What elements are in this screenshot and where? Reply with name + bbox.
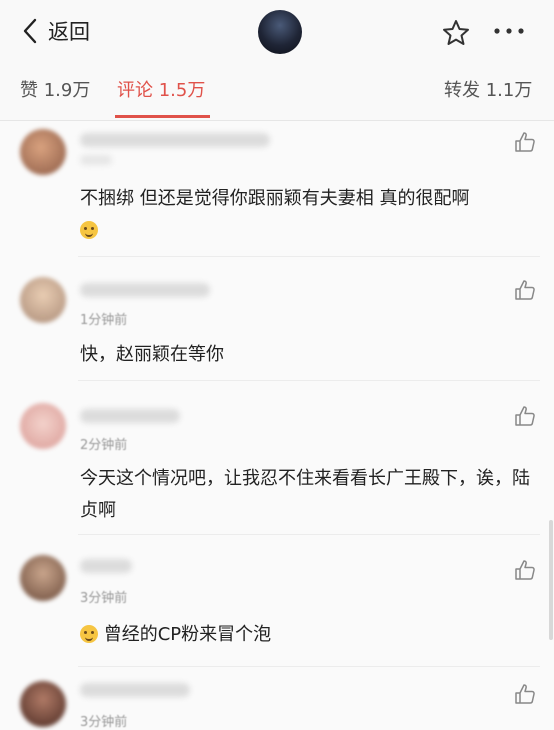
comment-item: 2分钟前 今天这个情况吧，让我忍不住来看看长广王殿下，诶，陆贞啊 <box>0 381 554 535</box>
comment-list[interactable]: 不捆绑 但还是觉得你跟丽颖有夫妻相 真的很配啊 1分钟前 快，赵丽颖在等你 2分… <box>0 121 554 730</box>
back-button[interactable]: 返回 <box>22 14 90 48</box>
thumbs-up-icon[interactable] <box>514 405 536 427</box>
back-label: 返回 <box>48 20 90 44</box>
commenter-name[interactable] <box>80 133 270 147</box>
comment-time: 3分钟前 <box>80 591 128 606</box>
comment-text-content: 曾经的CP粉来冒个泡 <box>103 624 272 645</box>
commenter-avatar[interactable] <box>20 403 66 449</box>
more-options-icon[interactable] <box>492 18 526 44</box>
top-nav-bar: 返回 <box>0 0 554 62</box>
tab-bar: 赞 1.9万 评论 1.5万 转发 1.1万 <box>0 62 554 121</box>
comment-text: 快，赵丽颖在等你 <box>80 344 224 365</box>
crying-face-icon <box>80 221 98 239</box>
commenter-name[interactable] <box>80 559 132 573</box>
commenter-avatar[interactable] <box>20 555 66 601</box>
comment-text-content: 不捆绑 但还是觉得你跟丽颖有夫妻相 真的很配啊 <box>80 188 470 209</box>
thumbs-up-icon[interactable] <box>514 131 536 153</box>
profile-avatar[interactable] <box>258 10 302 54</box>
thumbs-up-icon[interactable] <box>514 683 536 705</box>
commenter-name[interactable] <box>80 283 210 297</box>
commenter-avatar[interactable] <box>20 277 66 323</box>
chevron-left-icon <box>23 18 37 44</box>
comment-time-blurred <box>80 155 112 165</box>
active-tab-indicator <box>115 115 210 118</box>
thumbs-up-icon[interactable] <box>514 279 536 301</box>
comment-text: 不捆绑 但还是觉得你跟丽颖有夫妻相 真的很配啊 <box>80 183 530 247</box>
star-icon[interactable] <box>441 18 471 48</box>
commenter-avatar[interactable] <box>20 681 66 727</box>
comment-item: 3分钟前 <box>0 667 554 730</box>
comment-item: 3分钟前 曾经的CP粉来冒个泡 <box>0 535 554 667</box>
laughing-crying-face-icon <box>80 625 98 643</box>
tab-comments[interactable]: 评论 1.5万 <box>117 76 205 102</box>
scrollbar[interactable] <box>549 520 553 640</box>
comment-item: 不捆绑 但还是觉得你跟丽颖有夫妻相 真的很配啊 <box>0 121 554 257</box>
comment-time: 1分钟前 <box>80 313 128 328</box>
commenter-avatar[interactable] <box>20 129 66 175</box>
comment-text: 曾经的CP粉来冒个泡 <box>80 619 530 651</box>
comment-text: 今天这个情况吧，让我忍不住来看看长广王殿下，诶，陆贞啊 <box>80 468 530 521</box>
tab-reposts[interactable]: 转发 1.1万 <box>444 76 532 102</box>
tab-likes[interactable]: 赞 1.9万 <box>20 76 90 102</box>
commenter-name[interactable] <box>80 683 190 697</box>
comment-time: 3分钟前 <box>80 715 128 730</box>
commenter-name[interactable] <box>80 409 180 423</box>
comment-item: 1分钟前 快，赵丽颖在等你 <box>0 257 554 381</box>
comment-time: 2分钟前 <box>80 438 128 453</box>
thumbs-up-icon[interactable] <box>514 559 536 581</box>
